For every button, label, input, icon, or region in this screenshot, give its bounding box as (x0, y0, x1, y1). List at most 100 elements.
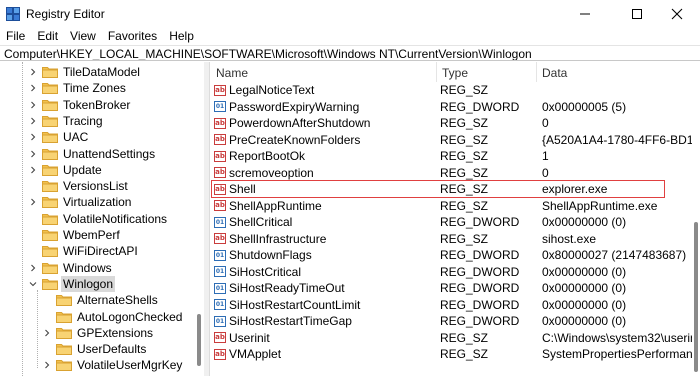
tree-item-label: Winlogon (61, 275, 116, 292)
value-row[interactable]: 01 ShutdownFlags REG_DWORD 0x80000027 (2147… (210, 247, 690, 264)
chevron-right-icon[interactable] (43, 329, 51, 337)
value-row[interactable]: 01 PasswordExpiryWarning REG_DWORD 0x000000… (210, 99, 690, 116)
expander[interactable] (28, 146, 38, 162)
tree-item[interactable]: AutoLogonChecked (42, 309, 182, 325)
menu-help[interactable]: Help (163, 28, 200, 44)
value-row[interactable]: ab VMApplet REG_SZ SystemPropertiesPerforma… (210, 346, 692, 363)
value-name-cell: ab ReportBootOk (214, 148, 440, 164)
value-name: ShellInfrastructure (229, 231, 327, 246)
tree-item[interactable]: WiFiDirectAPI (28, 243, 138, 259)
value-data: 0x00000000 (0) (542, 215, 627, 229)
binary-value-icon: 01 (214, 101, 226, 112)
chevron-right-icon[interactable] (29, 133, 37, 141)
tree-item[interactable]: Windows (28, 260, 112, 276)
chevron-right-icon[interactable] (29, 117, 37, 125)
value-row[interactable]: ab ReportBootOk REG_SZ 1 (210, 148, 690, 165)
value-row[interactable]: 01 ShellCritical REG_DWORD 0x00000000 (0) (210, 214, 690, 231)
value-row[interactable]: ab ShellAppRuntime REG_SZ ShellAppRuntime.e… (210, 198, 690, 215)
tree-item[interactable]: TokenBroker (28, 97, 130, 113)
menu-favorites[interactable]: Favorites (102, 28, 163, 44)
expander[interactable] (28, 260, 38, 276)
minimize-button[interactable] (562, 0, 608, 28)
chevron-right-icon[interactable] (29, 68, 37, 76)
chevron-right-icon[interactable] (29, 150, 37, 158)
tree-item[interactable]: UnattendSettings (28, 146, 155, 162)
value-row[interactable]: 01 SiHostRestartCountLimit REG_DWORD 0x0000… (210, 297, 690, 314)
list-scrollbar-thumb[interactable] (694, 222, 698, 372)
value-name: PowerdownAfterShutdown (229, 116, 371, 130)
menu-view[interactable]: View (64, 28, 102, 44)
tree-item[interactable]: Update (28, 162, 102, 178)
chevron-down-icon[interactable] (29, 280, 37, 288)
expander (42, 309, 52, 325)
tree-item[interactable]: TileDataModel (28, 64, 140, 80)
chevron-right-icon[interactable] (29, 84, 37, 92)
expander[interactable] (28, 113, 38, 129)
column-divider[interactable] (536, 62, 537, 82)
chevron-right-icon[interactable] (29, 264, 37, 272)
value-name-cell: ab scremoveoption (214, 165, 440, 181)
tree-item[interactable]: Tracing (28, 113, 103, 129)
value-name: SiHostRestartTimeGap (229, 314, 352, 328)
expander[interactable] (28, 129, 38, 145)
tree-item[interactable]: VolatileUserMgrKey (42, 357, 182, 373)
tree-item[interactable]: VersionsList (28, 178, 128, 194)
column-divider[interactable] (436, 62, 437, 82)
value-data: 0x00000005 (5) (542, 99, 627, 114)
chevron-right-icon[interactable] (29, 166, 37, 174)
expander (42, 341, 52, 357)
expander[interactable] (28, 97, 38, 113)
address-bar[interactable]: Computer\HKEY_LOCAL_MACHINE\SOFTWARE\Mic… (0, 45, 700, 61)
string-value-icon: ab (214, 167, 226, 178)
value-row[interactable]: ab scremoveoption REG_SZ 0 (210, 165, 690, 182)
tree-item[interactable]: UserDefaults (42, 341, 146, 357)
value-name-cell: 01 ShutdownFlags (214, 247, 440, 263)
list-scrollbar[interactable] (692, 82, 700, 376)
column-header-data[interactable]: Data (542, 66, 567, 80)
tree-scrollbar[interactable] (196, 62, 202, 376)
value-name-cell: 01 SiHostCritical (214, 264, 440, 280)
value-row[interactable]: ab ShellInfrastructure REG_SZ sihost.exe (210, 231, 690, 248)
chevron-right-icon[interactable] (29, 198, 37, 206)
tree-item-label: VolatileNotifications (63, 211, 168, 226)
expander[interactable] (28, 64, 38, 80)
column-header-type[interactable]: Type (442, 66, 468, 80)
menu-file[interactable]: File (0, 28, 31, 44)
tree-item[interactable]: UAC (28, 129, 88, 145)
title-bar: Registry Editor (0, 0, 700, 28)
value-row[interactable]: ab PreCreateKnownFolders REG_SZ {A520A1A4-1… (210, 132, 692, 149)
close-button[interactable] (654, 0, 700, 28)
tree-item[interactable]: VolatileNotifications (28, 211, 167, 227)
value-data: 0x00000000 (0) (542, 314, 627, 328)
key-tree[interactable]: TileDataModel Time Zones TokenBroker Tracin… (0, 62, 204, 376)
value-row[interactable]: 01 SiHostCritical REG_DWORD 0x00000000 (0) (210, 264, 690, 281)
folder-icon (56, 311, 72, 323)
tree-scrollbar-thumb[interactable] (197, 314, 201, 366)
tree-item[interactable]: WbemPerf (28, 227, 120, 243)
value-row[interactable]: 01 SiHostRestartTimeGap REG_DWORD 0x0000000… (210, 313, 690, 330)
tree-item-label: VersionsList (63, 179, 128, 194)
tree-item[interactable]: AlternateShells (42, 292, 158, 308)
value-row[interactable]: ab Userinit REG_SZ C:\Windows\system32\user… (210, 330, 692, 347)
tree-item[interactable]: Virtualization (28, 194, 131, 210)
expander[interactable] (28, 194, 38, 210)
tree-item[interactable]: GPExtensions (42, 325, 153, 341)
value-name-cell: 01 SiHostRestartTimeGap (214, 313, 440, 329)
expander[interactable] (28, 162, 38, 178)
expander[interactable] (42, 325, 52, 341)
value-row[interactable]: ab PowerdownAfterShutdown REG_SZ 0 (210, 115, 690, 132)
folder-icon (56, 295, 72, 307)
tree-item-label: Time Zones (63, 81, 126, 96)
value-row[interactable]: 01 SiHostReadyTimeOut REG_DWORD 0x00000000 … (210, 280, 690, 297)
menu-edit[interactable]: Edit (31, 28, 64, 44)
expander[interactable] (28, 80, 38, 96)
value-row[interactable]: ab LegalNoticeText REG_SZ (210, 82, 690, 99)
tree-item[interactable]: Time Zones (28, 80, 126, 96)
tree-item-selected[interactable]: Winlogon (28, 275, 116, 292)
chevron-right-icon[interactable] (43, 361, 51, 369)
chevron-right-icon[interactable] (29, 101, 37, 109)
string-value-icon: ab (214, 332, 226, 343)
expander[interactable] (42, 357, 52, 373)
column-header-name[interactable]: Name (216, 66, 248, 80)
highlight-box (211, 180, 665, 198)
